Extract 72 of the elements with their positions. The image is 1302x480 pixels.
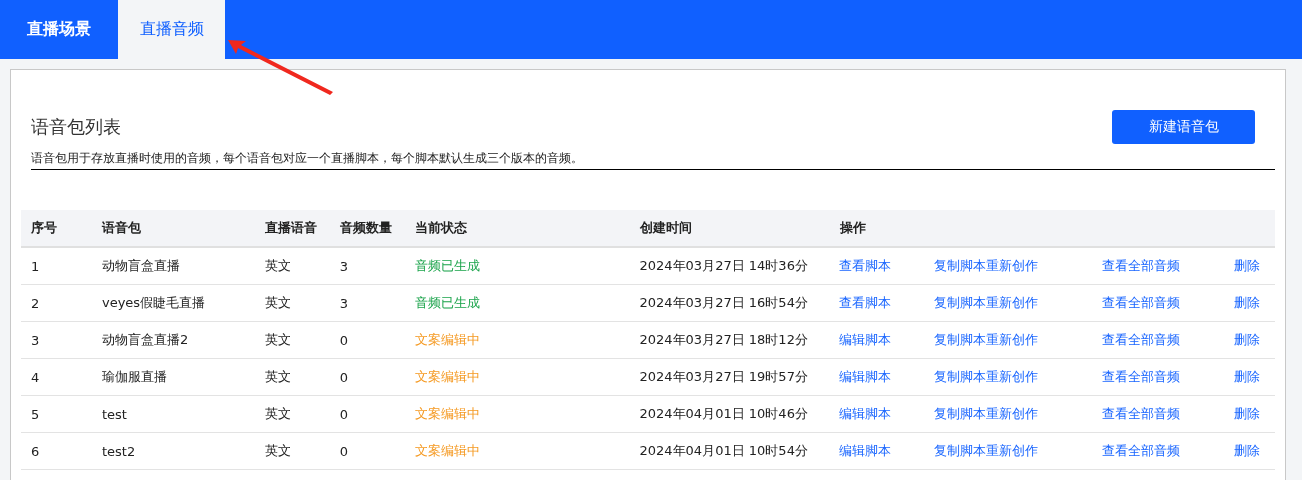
script-link[interactable]: 编辑脚本	[839, 406, 892, 421]
table-cell-text: 2024年03月27日 19时57分	[638, 368, 809, 386]
status-text: 音频已生成	[414, 295, 480, 310]
nav-tab[interactable]: 直播音频	[118, 0, 225, 59]
table-cell-text: 英文	[263, 442, 292, 460]
table-cell-text: test	[100, 406, 128, 422]
table-cell-text: 英文	[263, 294, 292, 312]
table-cell-text: 0	[338, 332, 350, 348]
table-cell-text: 5	[30, 406, 41, 422]
column-header: 操作	[839, 219, 866, 237]
script-link[interactable]: 编辑脚本	[839, 369, 892, 384]
column-header: 直播语音	[264, 219, 318, 237]
table-cell-text: 3	[338, 295, 350, 311]
all-audio-link[interactable]: 查看全部音频	[1102, 295, 1181, 310]
table-cell-text: 英文	[263, 368, 292, 386]
delete-link[interactable]: 删除	[1234, 332, 1260, 347]
new-voice-pack-button[interactable]: 新建语音包	[1112, 110, 1255, 144]
table-cell-text: 2	[30, 295, 41, 311]
all-audio-link[interactable]: 查看全部音频	[1102, 369, 1181, 384]
table-cell-text: 瑜伽服直播	[100, 368, 168, 386]
table-cell-text: 英文	[263, 257, 292, 275]
copy-script-link[interactable]: 复制脚本重新创作	[934, 369, 1039, 384]
table-cell-text: test2	[100, 443, 137, 459]
delete-link[interactable]: 删除	[1234, 406, 1260, 421]
copy-script-link[interactable]: 复制脚本重新创作	[934, 406, 1039, 421]
copy-script-link[interactable]: 复制脚本重新创作	[934, 332, 1039, 347]
table-cell-text: 动物盲盒直播	[100, 257, 181, 275]
status-text: 文案编辑中	[414, 406, 480, 421]
panel-title: 语音包列表	[31, 115, 121, 139]
table-cell-text: 0	[338, 406, 350, 422]
table-cell-text: 2024年04月01日 10时46分	[638, 405, 809, 423]
status-text: 文案编辑中	[414, 443, 480, 458]
table-cell-text: 4	[30, 369, 41, 385]
all-audio-link[interactable]: 查看全部音频	[1102, 332, 1181, 347]
table-cell-text: 6	[30, 443, 41, 459]
column-header: 创建时间	[639, 219, 693, 237]
delete-link[interactable]: 删除	[1234, 258, 1260, 273]
table-cell-text: 2024年03月27日 18时12分	[638, 331, 809, 349]
column-header: 语音包	[100, 219, 142, 237]
table-cell-text: veyes假睫毛直播	[100, 294, 207, 312]
table-cell-text: 英文	[263, 331, 292, 349]
script-link[interactable]: 编辑脚本	[839, 332, 892, 347]
script-link[interactable]: 编辑脚本	[839, 443, 892, 458]
all-audio-link[interactable]: 查看全部音频	[1102, 443, 1181, 458]
table-cell-text: 2024年03月27日 16时54分	[638, 294, 809, 312]
table-cell-text: 动物盲盒直播2	[100, 331, 190, 349]
delete-link[interactable]: 删除	[1234, 443, 1260, 458]
copy-script-link[interactable]: 复制脚本重新创作	[934, 258, 1039, 273]
all-audio-link[interactable]: 查看全部音频	[1102, 406, 1181, 421]
delete-link[interactable]: 删除	[1234, 369, 1260, 384]
table-cell-text: 3	[30, 332, 41, 348]
script-link[interactable]: 查看脚本	[839, 258, 892, 273]
panel-description: 语音包用于存放直播时使用的音频，每个语音包对应一个直播脚本，每个脚本默认生成三个版本的音频。	[31, 150, 1275, 170]
column-header: 音频数量	[339, 219, 393, 237]
status-text: 文案编辑中	[414, 369, 480, 384]
delete-link[interactable]: 删除	[1234, 295, 1260, 310]
all-audio-link[interactable]: 查看全部音频	[1102, 258, 1181, 273]
table-cell-text: 0	[338, 369, 350, 385]
table-cell-text: 1	[30, 258, 41, 274]
table-cell-text: 2024年04月01日 10时54分	[638, 442, 809, 460]
column-header: 序号	[30, 219, 58, 237]
status-text: 音频已生成	[414, 258, 480, 273]
copy-script-link[interactable]: 复制脚本重新创作	[934, 443, 1039, 458]
copy-script-link[interactable]: 复制脚本重新创作	[934, 295, 1039, 310]
nav-tab[interactable]: 直播场景	[0, 0, 118, 59]
table-cell-text: 0	[338, 443, 350, 459]
script-link[interactable]: 查看脚本	[839, 295, 892, 310]
table-cell-text: 2024年03月27日 14时36分	[638, 257, 809, 275]
table-cell-text: 3	[338, 258, 350, 274]
column-header: 当前状态	[414, 219, 468, 237]
status-text: 文案编辑中	[414, 332, 480, 347]
table-cell-text: 英文	[263, 405, 292, 423]
